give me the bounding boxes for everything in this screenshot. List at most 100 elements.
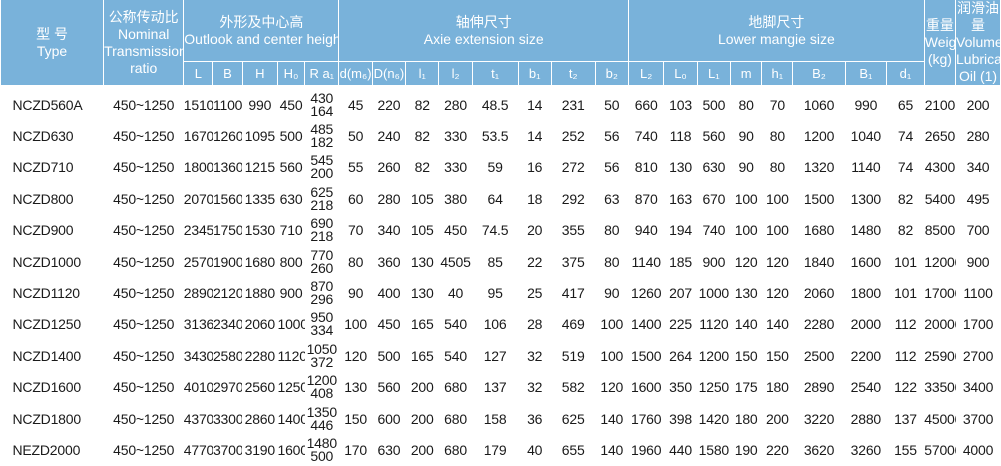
cell-h0: 630 [279,190,303,207]
cell-b1: 14 [527,128,543,145]
cell-l: 4010 [183,379,213,396]
table-row: NCZD710 450~1250 1800 1360 1215 560 545 200 55 26… [1,152,1001,183]
cell-m: 120 [734,253,758,270]
cell-l2: 540 [444,316,467,333]
cell-l1: 82 [414,96,430,113]
cell-m: 100 [734,190,758,207]
cell-b: 1750 [212,222,243,239]
cell-d: 630 [377,441,401,458]
cell-l: 4770 [183,441,213,458]
cell-ratio: 450~1250 [113,96,175,113]
cell-lo1: 1000 [698,285,730,302]
cell-b1: 1600 [850,253,882,270]
column-header: b₁ [517,61,552,85]
cell-lo1: 740 [702,222,726,239]
cell-b2: 1060 [803,96,835,113]
column-header: H [241,61,279,85]
cell-l2: 330 [444,128,467,145]
cell-l1: 200 [410,441,434,458]
cell-r-a1: 770 260 [305,246,339,277]
cell-t2: 625 [561,410,585,427]
cell-lo1: 1580 [698,441,730,458]
cell-b: 2970 [212,379,243,396]
cell-b: 2580 [212,347,243,364]
cell-d: 120 [344,347,367,364]
cell-oil: 340 [966,159,990,176]
cell-model: NCZD1600 [12,379,82,396]
cell-t2: 272 [561,159,585,176]
cell-d: 280 [377,190,401,207]
cell-b1: 20 [527,222,543,239]
cell-h: 3190 [244,441,276,458]
cell-l2: 680 [444,441,467,458]
cell-b1: 16 [527,159,543,176]
cell-h0: 710 [279,222,303,239]
column-header: b₂ [594,61,629,85]
cell-t2: 582 [561,379,585,396]
cell-d: 90 [348,285,364,302]
cell-b: 1100 [212,96,243,113]
table-row: NCZD1000 450~1250 2570 1900 1680 800 770 260 80 3… [1,246,1001,277]
cell-model: NCZD1250 [12,316,82,333]
cell-d1: 82 [897,222,914,239]
cell-d: 70 [348,222,364,239]
cell-b1: 32 [527,379,543,396]
column-header: L₁ [696,61,732,85]
cell-d1: 82 [897,190,914,207]
cell-lo1: 670 [702,190,726,207]
cell-a1: 446 [310,416,334,433]
cell-l0: 118 [669,128,692,145]
cell-r-a1: 950 334 [305,309,339,340]
cell-a1: 218 [310,196,334,213]
cell-t1: 106 [483,316,507,333]
cell-l0: 103 [669,96,692,113]
cell-l2: 810 [634,159,658,176]
cell-oil: 3700 [962,410,994,427]
cell-oil: 2700 [962,347,994,364]
spec-table: 型 号 Type 公称传动比 Nominal Transmission rati… [0,0,1001,466]
cell-lo1: 560 [702,128,726,145]
table-row: NCZD1800 450~1250 4370 3300 2860 1400 1350 446 1… [1,403,1001,434]
cell-l1: 105 [410,190,434,207]
cell-t2: 231 [561,96,585,113]
cell-h0: 560 [279,159,303,176]
cell-l: 1510 [183,96,213,113]
cell-model: NCZD800 [12,190,74,207]
cell-d1: 74 [897,159,914,176]
cell-oil: 900 [966,253,990,270]
cell-h1: 80 [769,128,785,145]
cell-l2: 1260 [630,285,662,302]
cell-d1: 65 [897,96,914,113]
cell-l: 2890 [183,285,213,302]
cell-ratio: 450~1250 [113,316,175,333]
cell-h1: 220 [765,441,789,458]
cell-weight: 4300 [924,159,956,176]
cell-b1: 28 [527,316,543,333]
cell-t1: 137 [483,379,507,396]
cell-r-a1: 430 164 [305,85,339,120]
cell-ratio: 450~1250 [113,190,175,207]
cell-d1: 112 [894,316,917,333]
cell-b2: 56 [604,159,620,176]
cell-l: 4370 [183,410,213,427]
cell-lo1: 900 [702,253,726,270]
cell-b1: 2200 [850,347,882,364]
cell-h: 1335 [244,190,276,207]
cell-h: 2860 [244,410,276,427]
cell-d: 560 [377,379,401,396]
cell-a1: 334 [310,322,334,339]
cell-b2: 56 [604,128,620,145]
cell-r-a1: 1480 500 [305,434,339,465]
cell-h0: 1400 [277,410,305,427]
cell-t1: 179 [483,441,507,458]
cell-weight: 57000 [924,441,955,458]
column-header: h₁ [761,61,794,85]
cell-l2: 1960 [630,441,662,458]
table-row: NCZD800 450~1250 2070 1560 1335 630 625 218 60 28… [1,183,1001,214]
table-row: NCZD1600 450~1250 4010 2970 2560 1250 1200 408 1… [1,372,1001,403]
cell-h: 1530 [244,222,276,239]
cell-b2: 63 [604,190,620,207]
cell-d: 170 [344,441,367,458]
cell-model: NCZD710 [12,159,74,176]
cell-lo1: 1200 [698,347,730,364]
